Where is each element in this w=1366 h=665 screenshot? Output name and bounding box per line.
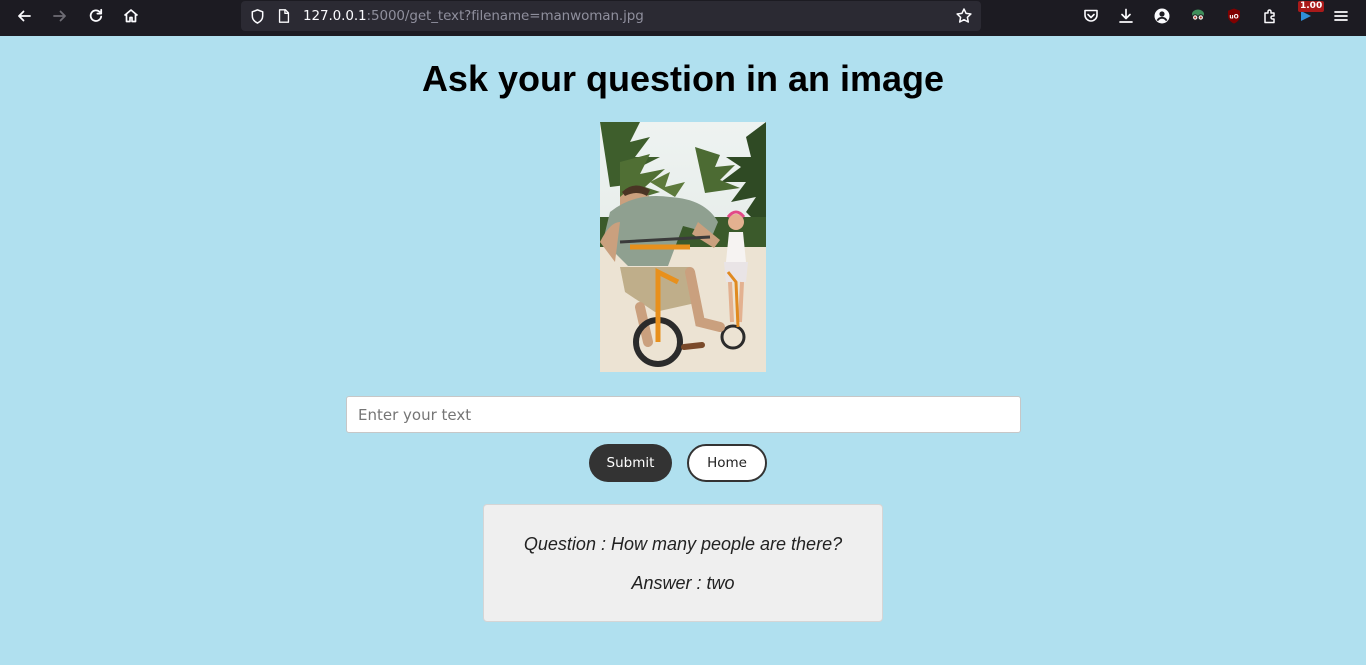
extension-badge: 1.00	[1298, 1, 1325, 12]
home-icon[interactable]	[117, 4, 145, 28]
download-icon[interactable]	[1112, 4, 1140, 28]
reload-icon[interactable]	[82, 4, 110, 28]
url-text[interactable]: 127.0.0.1:5000/get_text?filename=manwoma…	[303, 8, 644, 24]
ublock-icon[interactable]: uO	[1220, 4, 1248, 28]
question-text: Question : How many people are there?	[523, 534, 843, 554]
beach-bicycle-photo	[600, 122, 766, 372]
shield-icon[interactable]	[248, 7, 266, 25]
forward-icon[interactable]	[46, 4, 74, 28]
account-icon[interactable]	[1148, 4, 1176, 28]
question-input[interactable]	[346, 396, 1021, 433]
answer-text: Answer : two	[631, 573, 735, 593]
menu-icon[interactable]	[1327, 4, 1355, 28]
star-icon[interactable]	[955, 7, 973, 25]
back-icon[interactable]	[10, 4, 38, 28]
answer-box: Question : How many people are there? An…	[483, 504, 883, 622]
address-bar[interactable]: 127.0.0.1:5000/get_text?filename=manwoma…	[241, 1, 981, 31]
extension-spy-icon[interactable]	[1184, 4, 1212, 28]
svg-text:uO: uO	[1229, 14, 1238, 21]
home-button[interactable]: Home	[687, 444, 767, 482]
submit-button[interactable]: Submit	[589, 444, 672, 482]
page-icon[interactable]	[275, 7, 293, 25]
page-title: Ask your question in an image	[421, 58, 945, 99]
puzzle-icon[interactable]	[1256, 4, 1284, 28]
uploaded-image	[600, 122, 766, 372]
browser-toolbar: 127.0.0.1:5000/get_text?filename=manwoma…	[0, 0, 1366, 36]
pocket-icon[interactable]	[1077, 4, 1105, 28]
